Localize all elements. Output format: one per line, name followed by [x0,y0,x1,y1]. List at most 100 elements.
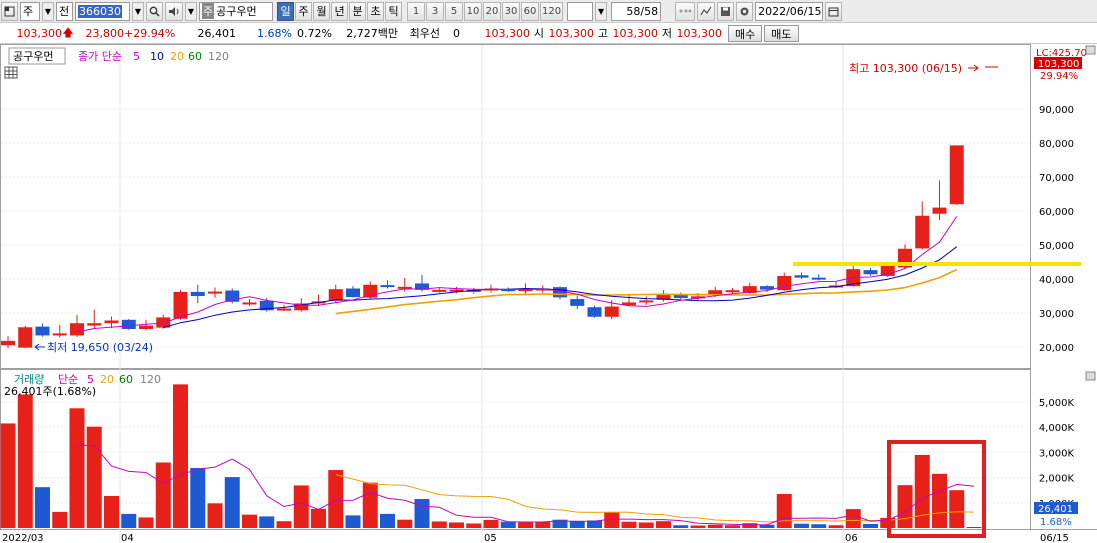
date-label-2022-03: 2022/03 [2,533,44,543]
gear-icon[interactable] [736,1,754,21]
current-volume-tag-label: 26,401 [1038,504,1073,515]
sound-dropdown-icon[interactable]: ▼ [185,1,197,21]
price-panel-menu-icon[interactable] [1085,45,1096,55]
volume-bar [932,473,947,528]
interval-1[interactable]: 1 [407,1,425,21]
volume-bar [776,493,792,528]
market2-value: 전 [59,5,70,18]
volume-bar [397,519,413,528]
candle-body [1,340,15,346]
interval-5[interactable]: 5 [445,1,463,21]
interval-120[interactable]: 120 [540,1,564,21]
volume-bar [121,513,137,528]
calendar-icon[interactable] [825,1,843,21]
volume-bar [483,519,499,528]
volume-bar [966,527,982,528]
volume-bar [845,509,861,528]
current-volume-pct: 1.68% [1040,517,1072,528]
volume-tick-label: 2,000K [1039,474,1075,485]
high-price: 103,300 [612,26,659,40]
candle-body [70,323,84,336]
volume-bar [345,515,361,528]
market-value: 주 [23,5,34,18]
open-price: 103,300 [548,26,595,40]
volume-bar [17,394,33,528]
quote-row: 103,300 🡅 23,800 +29.94% 26,401 1.68% 0.… [0,23,1097,44]
sound-icon[interactable] [165,1,183,21]
count-value: 58/58 [626,4,659,18]
vol-ma-legend-60: 60 [119,373,133,386]
volume-bar [535,521,551,528]
tab-second[interactable]: 초 [367,1,384,21]
interval-20[interactable]: 20 [483,1,501,21]
save-icon[interactable] [717,1,735,21]
volume-bar [242,514,257,528]
sell-button[interactable]: 매도 [764,24,799,42]
price-legend-title: 종가 단순 [78,50,122,63]
candle-body [811,277,826,280]
volume-bar [311,508,326,528]
compare-icon[interactable] [675,1,696,21]
interval-10[interactable]: 10 [464,1,482,21]
buy-button[interactable]: 매수 [728,24,763,42]
volume-bar [380,513,395,528]
market2-select[interactable]: 전 [56,1,73,21]
high-annotation: 최고 103,300 (06/15) [849,62,962,75]
vol-ma-legend-120: 120 [140,373,161,386]
candle-body [432,289,447,292]
code-input[interactable]: 366030 [75,1,130,21]
period-tabs: 일 주 월 년 분 초 틱 [277,1,402,21]
interval-dropdown-icon[interactable]: ▼ [595,1,608,21]
candle-body [52,333,67,336]
layout-icon[interactable] [1,1,18,21]
count-field[interactable]: 58/58 [611,1,662,21]
search-icon[interactable] [146,1,163,21]
volume-panel-frame [0,369,1031,530]
market-dropdown-icon[interactable]: ▼ [42,1,54,21]
date-label-current: 06/15 [1040,533,1069,543]
volume-bar [725,525,740,528]
interval-60[interactable]: 60 [521,1,539,21]
volume-bar [155,462,171,528]
volume-pct: 1.68% [257,26,292,40]
interval-input[interactable] [567,1,594,21]
market-select[interactable]: 주 [20,1,40,21]
tab-day[interactable]: 일 [277,1,294,21]
volume-bar [897,485,913,528]
current-pct-label: 29.94% [1040,71,1078,82]
current-price: 103,300 [16,26,63,40]
volume-panel-menu-icon[interactable] [1085,371,1096,381]
price-volume-chart[interactable]: 20,000 30,000 40,000 50,000 60,000 70,000 80,0… [0,44,1097,543]
price-tick-label: 20,000 [1039,343,1074,354]
candle-body [277,308,291,311]
ma-legend-20: 20 [170,50,184,63]
date-input[interactable]: 2022/06/15 [755,1,824,21]
tab-minute[interactable]: 분 [349,1,366,21]
axis-labels: 20,000 30,000 40,000 50,000 60,000 70,000 80,0… [1039,105,1075,510]
date-label-06: 06 [845,533,858,543]
table-icon[interactable] [4,66,18,79]
volume-bar [742,523,758,528]
candle-body [35,326,50,336]
interval-3[interactable]: 3 [426,1,444,21]
tab-year[interactable]: 년 [331,1,348,21]
candle-body [553,287,567,298]
volume-bar [190,468,206,528]
ma-legend-5: 5 [133,50,140,63]
trade-amount: 2,727백만 [346,27,398,40]
volume-bar [104,495,119,528]
tab-week[interactable]: 주 [295,1,312,21]
candle-body [863,270,878,275]
low-annotation: 최저 19,650 (03/24) [47,341,153,354]
volume-bar [276,521,292,528]
tab-month[interactable]: 월 [313,1,330,21]
code-dropdown-icon[interactable]: ▼ [132,1,144,21]
code-value: 366030 [78,4,122,18]
volume-bar [138,517,154,528]
trend-icon[interactable] [697,1,716,21]
volume-tick-label: 4,000K [1039,423,1075,434]
tab-tick[interactable]: 틱 [385,1,402,21]
volume-bar [52,511,68,528]
candle-body [932,207,947,214]
interval-30[interactable]: 30 [502,1,520,21]
